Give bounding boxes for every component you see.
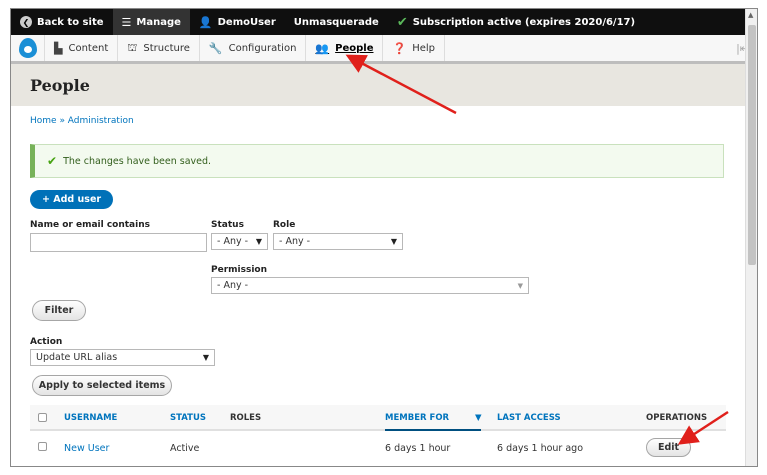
scroll-up-icon[interactable]: ▲ [748, 11, 753, 19]
tray-item-configuration-label: Configuration [228, 42, 297, 54]
column-roles: ROLES [230, 413, 262, 423]
row-checkbox[interactable] [38, 442, 47, 451]
help-icon: ❓ [392, 41, 407, 55]
back-arrow-icon: ❮ [20, 16, 32, 28]
page-header: People [11, 64, 757, 106]
apply-button[interactable]: Apply to selected items [32, 375, 172, 396]
people-icon: 👥 [315, 41, 330, 55]
sort-indicator [385, 429, 481, 431]
action-label: Action [30, 337, 63, 347]
drupal-drop-icon [18, 38, 37, 58]
permission-filter-label: Permission [211, 265, 267, 275]
user-label: DemoUser [217, 16, 276, 28]
scrollbar-thumb[interactable] [748, 25, 756, 265]
name-filter-input[interactable] [30, 233, 207, 252]
drupal-home-link[interactable] [11, 35, 45, 61]
column-member-for[interactable]: MEMBER FOR [385, 413, 449, 423]
role-filter-label: Role [273, 220, 296, 230]
unmasquerade-link[interactable]: Unmasquerade [285, 9, 388, 35]
file-icon: ▙ [54, 41, 63, 55]
role-select-value: - Any - [279, 236, 311, 247]
chevron-down-icon: ▼ [517, 281, 523, 290]
hamburger-icon: ☰ [121, 15, 132, 29]
column-status[interactable]: STATUS [170, 413, 206, 423]
table-header: USERNAME STATUS ROLES MEMBER FOR ▼ LAST … [30, 405, 726, 431]
manage-tab[interactable]: ☰ Manage [112, 9, 190, 35]
user-tab[interactable]: 👤 DemoUser [190, 9, 285, 35]
structure-icon: ⛫ [127, 40, 138, 54]
wrench-icon: 🔧 [208, 41, 223, 55]
manage-label: Manage [136, 16, 181, 28]
admin-tray: ▙ Content ⛫ Structure 🔧 Configuration 👥 … [11, 35, 757, 64]
page-title: People [30, 76, 90, 95]
tray-item-structure[interactable]: ⛫ Structure [118, 35, 200, 61]
permission-select-value: - Any - [217, 280, 249, 291]
sort-descending-icon: ▼ [475, 413, 482, 423]
user-icon: 👤 [198, 15, 213, 29]
column-last-access[interactable]: LAST ACCESS [497, 413, 561, 423]
tray-item-people[interactable]: 👥 People [306, 35, 384, 61]
status-select[interactable]: - Any - ▼ [211, 233, 268, 250]
member-for-cell: 6 days 1 hour [385, 443, 451, 454]
tray-item-content-label: Content [68, 42, 109, 54]
tray-spacer [445, 35, 728, 61]
checkmark-icon: ✔ [396, 14, 408, 30]
back-to-site-label: Back to site [37, 16, 104, 28]
column-username[interactable]: USERNAME [64, 413, 117, 423]
main-content: Home » Administration ✔ The changes have… [11, 116, 757, 209]
last-access-cell: 6 days 1 hour ago [497, 443, 584, 454]
back-to-site-link[interactable]: ❮ Back to site [11, 9, 113, 35]
subscription-label: Subscription active (expires 2020/6/17) [412, 16, 636, 28]
column-operations: OPERATIONS [646, 413, 708, 423]
tray-item-help[interactable]: ❓ Help [383, 35, 445, 61]
edit-button[interactable]: Edit [646, 438, 691, 457]
tray-item-content[interactable]: ▙ Content [45, 35, 119, 61]
scrollbar[interactable]: ▲ [745, 9, 757, 466]
action-select[interactable]: Update URL alias ▼ [30, 349, 215, 366]
tray-item-help-label: Help [412, 42, 435, 54]
unmasquerade-label: Unmasquerade [293, 16, 379, 28]
status-cell: Active [170, 443, 200, 454]
subscription-status[interactable]: ✔ Subscription active (expires 2020/6/17… [388, 9, 644, 35]
browser-viewport: ❮ Back to site ☰ Manage 👤 DemoUser Unmas… [10, 8, 758, 467]
tray-item-people-label: People [335, 42, 374, 54]
select-all-checkbox[interactable] [38, 413, 47, 422]
add-user-button[interactable]: + Add user [30, 190, 114, 209]
table-row: New User Active 6 days 1 hour 6 days 1 h… [30, 434, 726, 464]
tray-item-structure-label: Structure [143, 42, 190, 54]
status-filter-label: Status [211, 220, 244, 230]
action-select-value: Update URL alias [36, 352, 118, 363]
username-link[interactable]: New User [64, 443, 109, 454]
chevron-down-icon: ▼ [202, 353, 209, 362]
status-message: ✔ The changes have been saved. [30, 144, 724, 178]
checkmark-icon: ✔ [47, 154, 58, 168]
status-message-text: The changes have been saved. [63, 155, 212, 167]
breadcrumb[interactable]: Home » Administration [30, 116, 738, 126]
filter-button[interactable]: Filter [32, 300, 86, 321]
role-select[interactable]: - Any - ▼ [273, 233, 403, 250]
chevron-down-icon: ▼ [255, 237, 262, 246]
permission-select[interactable]: - Any - ▼ [211, 277, 529, 294]
status-select-value: - Any - [217, 236, 249, 247]
admin-toolbar: ❮ Back to site ☰ Manage 👤 DemoUser Unmas… [11, 9, 757, 35]
tray-item-configuration[interactable]: 🔧 Configuration [200, 35, 307, 61]
chevron-down-icon: ▼ [390, 237, 397, 246]
name-filter-label: Name or email contains [30, 220, 150, 230]
